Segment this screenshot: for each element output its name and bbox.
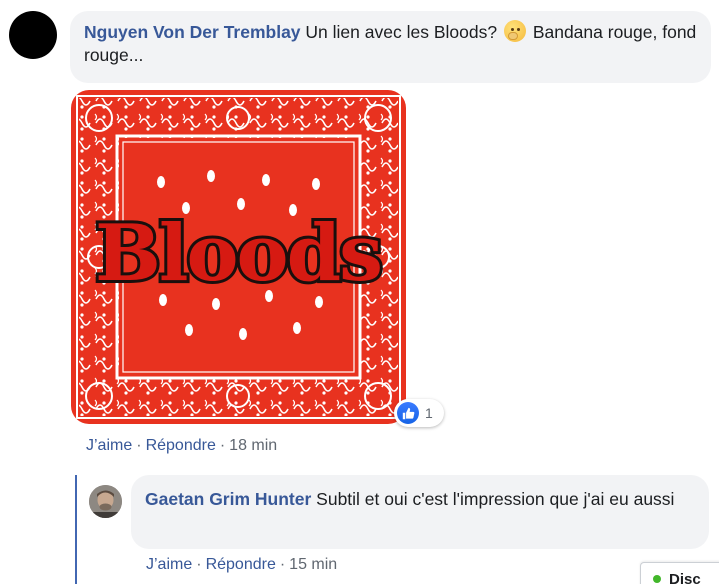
reply-avatar[interactable] <box>89 485 122 518</box>
comment-thread: Nguyen Von Der Tremblay Un lien avec les… <box>0 0 719 584</box>
reaction-summary[interactable]: 1 <box>394 399 444 427</box>
reply-reply-link[interactable]: Répondre <box>206 556 276 573</box>
like-icon <box>397 402 419 424</box>
avatar[interactable] <box>9 11 57 59</box>
reply-text: Subtil et oui c'est l'impression que j'a… <box>316 489 675 509</box>
comment-bubble: Nguyen Von Der Tremblay Un lien avec les… <box>70 11 711 83</box>
reply-timestamp[interactable]: 15 min <box>289 556 337 573</box>
comment-actions: J’aime · Répondre · 18 min <box>86 437 278 454</box>
bloods-wordmark: Bloods <box>95 208 381 299</box>
comment-text: Un lien avec les Bloods? <box>305 22 498 42</box>
comment-author[interactable]: Nguyen Von Der Tremblay <box>84 22 301 42</box>
comment-image-attachment[interactable]: Bloods <box>71 90 406 424</box>
like-link[interactable]: J’aime <box>86 437 132 454</box>
thinking-face-emoji-icon <box>503 20 526 42</box>
comment-timestamp[interactable]: 18 min <box>229 437 277 454</box>
reply-like-link[interactable]: J’aime <box>146 556 192 573</box>
chat-tab[interactable]: Disc <box>640 562 719 584</box>
chat-tab-label: Disc <box>669 571 701 584</box>
reaction-count: 1 <box>425 405 433 421</box>
reply-author[interactable]: Gaetan Grim Hunter <box>145 489 311 509</box>
reply-bubble: Gaetan Grim Hunter Subtil et oui c'est l… <box>131 475 709 549</box>
reply-actions: J’aime · Répondre · 15 min <box>146 556 338 573</box>
reply-thread-line <box>75 475 77 584</box>
online-status-icon <box>653 575 661 583</box>
reply-link[interactable]: Répondre <box>146 437 216 454</box>
